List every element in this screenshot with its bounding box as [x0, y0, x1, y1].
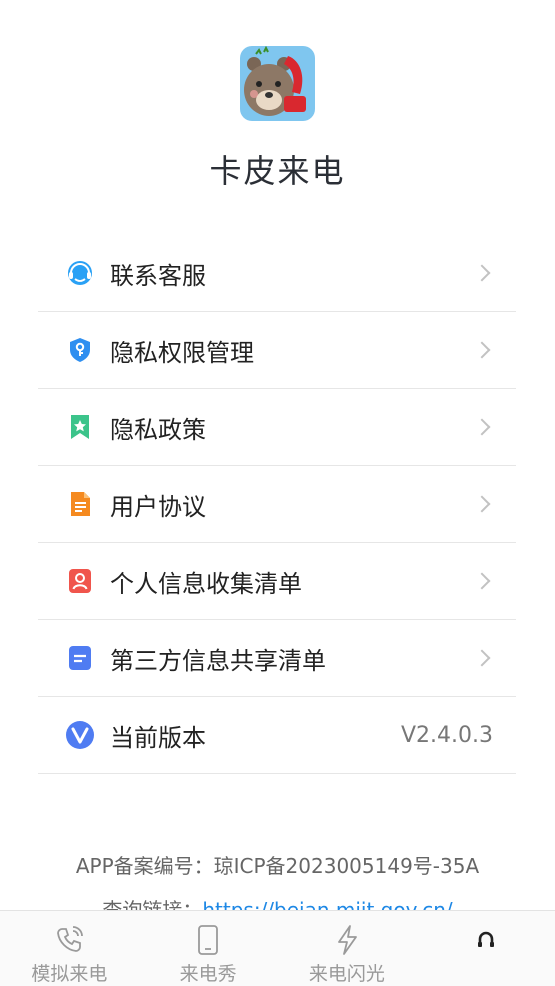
settings-menu: 联系客服 隐私权限管理 隐私政策 用户协议 个人信息收集清单 第三方信息共享清单… — [38, 235, 516, 774]
bottom-tab-bar: 模拟来电 来电秀 来电闪光 — [0, 910, 555, 986]
menu-item-label: 联系客服 — [110, 261, 206, 290]
menu-item-label: 隐私政策 — [110, 415, 206, 444]
menu-item-label: 用户协议 — [110, 492, 206, 521]
chevron-right-icon — [473, 495, 491, 513]
person-card-icon — [65, 566, 95, 596]
icp-record: APP备案编号：琼ICP备2023005149号-35A — [75, 854, 480, 878]
chevron-right-icon — [473, 649, 491, 667]
tab-label: 来电闪光 — [308, 963, 385, 985]
document-icon — [65, 489, 95, 519]
menu-item-label: 个人信息收集清单 — [110, 569, 302, 598]
menu-item-personal-info-list[interactable]: 个人信息收集清单 — [38, 543, 516, 620]
menu-item-label: 隐私权限管理 — [110, 338, 254, 367]
menu-item-privacy-permissions[interactable]: 隐私权限管理 — [38, 312, 516, 389]
bookmark-star-icon — [65, 412, 95, 442]
tab-call-show[interactable]: 来电秀 — [139, 911, 278, 986]
phone-ring-icon — [53, 923, 85, 957]
list-document-icon — [65, 643, 95, 673]
menu-item-privacy-policy[interactable]: 隐私政策 — [38, 389, 516, 466]
menu-item-current-version[interactable]: 当前版本 V2.4.0.3 — [38, 697, 516, 774]
tab-label: 来电秀 — [179, 963, 237, 985]
version-number: V2.4.0.3 — [400, 722, 493, 748]
menu-item-user-agreement[interactable]: 用户协议 — [38, 466, 516, 543]
chevron-right-icon — [473, 572, 491, 590]
chevron-right-icon — [473, 264, 491, 282]
tab-label: 模拟来电 — [31, 963, 108, 985]
chevron-right-icon — [473, 418, 491, 436]
tab-mine[interactable] — [416, 911, 555, 986]
chevron-right-icon — [473, 341, 491, 359]
version-v-icon — [65, 720, 95, 750]
app-logo — [240, 46, 315, 121]
lightning-icon — [331, 923, 363, 957]
app-name: 卡皮来电 — [209, 152, 346, 190]
menu-item-customer-service[interactable]: 联系客服 — [38, 235, 516, 312]
menu-item-label: 当前版本 — [110, 723, 206, 752]
shield-key-icon — [65, 335, 95, 365]
tab-call-flash[interactable]: 来电闪光 — [278, 911, 417, 986]
phone-device-icon — [192, 923, 224, 957]
tab-simulated-call[interactable]: 模拟来电 — [0, 911, 139, 986]
customer-service-icon — [65, 258, 95, 288]
menu-item-label: 第三方信息共享清单 — [110, 646, 326, 675]
headphones-icon — [470, 923, 502, 957]
menu-item-third-party-sharing[interactable]: 第三方信息共享清单 — [38, 620, 516, 697]
